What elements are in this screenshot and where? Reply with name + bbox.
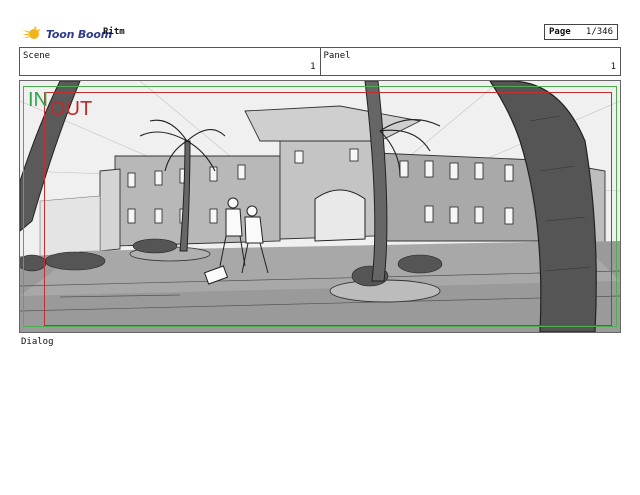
page-counter: Page 1/346 (544, 24, 618, 40)
storyboard-panel: IN OUT (19, 80, 621, 333)
scene-panel-row: Scene 1 Panel 1 (19, 47, 621, 76)
page-label: Page (549, 27, 571, 37)
panel-cell: Panel 1 (319, 48, 621, 75)
project-title: Ritm (103, 27, 125, 37)
dialog-label: Dialog (21, 337, 54, 347)
toon-boom-logo: Toon Boom (22, 24, 112, 44)
out-marker: OUT (50, 98, 93, 120)
toon-boom-logo-icon (22, 26, 40, 39)
panel-number: 1 (610, 62, 616, 72)
scene-number: 1 (310, 62, 316, 72)
scene-label: Scene (23, 51, 51, 61)
scene-cell: Scene 1 (20, 48, 320, 75)
camera-frame (44, 92, 612, 326)
panel-label: Panel (323, 51, 351, 61)
storyboard-page: Toon Boom Ritm Page 1/346 Scene 1 Panel … (0, 0, 640, 495)
in-marker: IN (28, 89, 48, 111)
page-number: 1/346 (585, 27, 613, 37)
